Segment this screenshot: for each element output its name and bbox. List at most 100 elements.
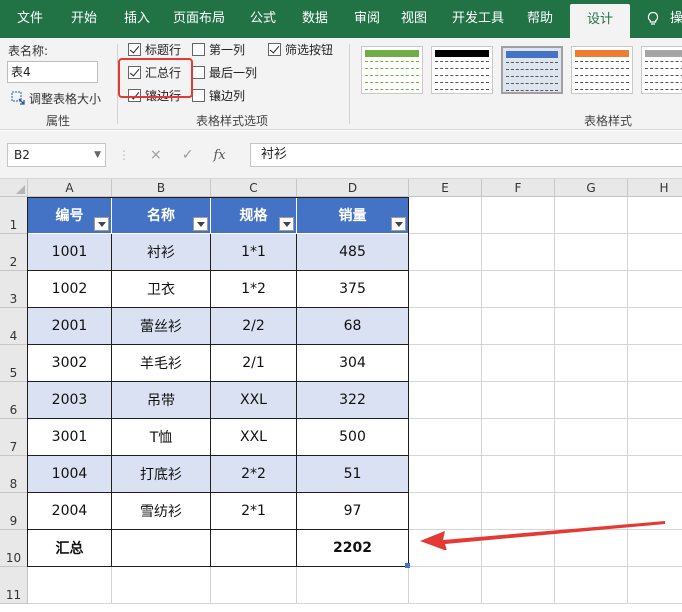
filter-dropdown-icon[interactable] [193, 217, 208, 231]
table-data-cell[interactable]: 304 [297, 345, 409, 382]
table-data-cell[interactable]: 500 [297, 419, 409, 456]
grid-cell[interactable] [555, 345, 628, 382]
column-header[interactable]: B [112, 179, 211, 197]
table-resize-handle[interactable] [405, 563, 410, 568]
table-data-cell[interactable]: 51 [297, 456, 409, 493]
grid-cell[interactable] [28, 567, 112, 604]
table-data-cell[interactable]: 2003 [28, 382, 112, 419]
grid-cell[interactable] [409, 456, 482, 493]
grid-cell[interactable] [482, 271, 555, 308]
banded-columns-checkbox[interactable]: 镶边列 [192, 86, 245, 104]
tab-developer[interactable]: 开发工具 [444, 0, 512, 38]
grid-cell[interactable] [409, 308, 482, 345]
tab-formulas[interactable]: 公式 [240, 0, 286, 38]
grid-cell[interactable] [297, 567, 409, 604]
filter-dropdown-icon[interactable] [391, 217, 406, 231]
table-style-swatch[interactable] [431, 46, 493, 94]
grid-cell[interactable] [482, 382, 555, 419]
grid-cell[interactable] [555, 271, 628, 308]
table-header-cell[interactable]: 规格 [211, 197, 297, 234]
table-data-cell[interactable]: 3002 [28, 345, 112, 382]
table-data-cell[interactable]: XXL [211, 419, 297, 456]
enter-icon[interactable]: ✓ [182, 147, 194, 163]
table-data-cell[interactable]: 3001 [28, 419, 112, 456]
tab-help[interactable]: 帮助 [516, 0, 564, 38]
lightbulb-icon[interactable] [645, 11, 661, 27]
filter-dropdown-icon[interactable] [279, 217, 294, 231]
tab-tell-me[interactable]: 操 [670, 0, 682, 38]
grid-cell[interactable] [409, 382, 482, 419]
table-data-cell[interactable]: 2/1 [211, 345, 297, 382]
table-data-cell[interactable]: 2*1 [211, 493, 297, 530]
total-row-cell[interactable]: 汇总 [28, 530, 112, 567]
chevron-down-icon[interactable]: ▼ [94, 144, 101, 166]
grid-cell[interactable] [409, 234, 482, 271]
row-header[interactable]: 9 [0, 493, 28, 530]
grid-cell[interactable] [482, 197, 555, 234]
grid-cell[interactable] [409, 197, 482, 234]
table-header-cell[interactable]: 销量 [297, 197, 409, 234]
table-data-cell[interactable]: 蕾丝衫 [112, 308, 211, 345]
grid-cell[interactable] [482, 345, 555, 382]
table-data-cell[interactable]: 卫衣 [112, 271, 211, 308]
table-data-cell[interactable]: 375 [297, 271, 409, 308]
table-data-cell[interactable]: 1001 [28, 234, 112, 271]
table-data-cell[interactable]: 雪纺衫 [112, 493, 211, 530]
formula-input[interactable]: 衬衫 [250, 143, 682, 167]
grid-cell[interactable] [211, 567, 297, 604]
tab-home[interactable]: 开始 [60, 0, 108, 38]
header-row-checkbox[interactable]: 标题行 [128, 40, 181, 58]
row-header[interactable]: 7 [0, 419, 28, 456]
tab-data[interactable]: 数据 [292, 0, 338, 38]
grid-cell[interactable] [555, 382, 628, 419]
row-header[interactable]: 11 [0, 567, 28, 604]
table-data-cell[interactable]: 衬衫 [112, 234, 211, 271]
resize-table-button[interactable]: 调整表格大小 [10, 89, 101, 107]
table-data-cell[interactable]: 2001 [28, 308, 112, 345]
table-style-swatch[interactable] [641, 46, 682, 94]
tab-review[interactable]: 审阅 [344, 0, 390, 38]
grid-cell[interactable] [628, 456, 682, 493]
table-data-cell[interactable]: 1002 [28, 271, 112, 308]
grid-cell[interactable] [482, 456, 555, 493]
row-header[interactable]: 2 [0, 234, 28, 271]
tab-insert[interactable]: 插入 [114, 0, 160, 38]
row-header[interactable]: 8 [0, 456, 28, 493]
grid-cell[interactable] [409, 567, 482, 604]
table-style-swatch[interactable] [501, 46, 563, 94]
grid-cell[interactable] [409, 419, 482, 456]
table-data-cell[interactable]: 2*2 [211, 456, 297, 493]
table-data-cell[interactable]: T恤 [112, 419, 211, 456]
column-header[interactable]: H [628, 179, 682, 197]
grid-cell[interactable] [555, 567, 628, 604]
grid-cell[interactable] [628, 567, 682, 604]
table-header-cell[interactable]: 编号 [28, 197, 112, 234]
tab-view[interactable]: 视图 [390, 0, 438, 38]
table-data-cell[interactable]: 68 [297, 308, 409, 345]
row-header[interactable]: 3 [0, 271, 28, 308]
row-header[interactable]: 10 [0, 530, 28, 567]
grid-cell[interactable] [628, 234, 682, 271]
grid-cell[interactable] [628, 382, 682, 419]
grid-cell[interactable] [482, 419, 555, 456]
name-box[interactable]: B2 ▼ [7, 143, 106, 167]
grid-cell[interactable] [555, 234, 628, 271]
filter-dropdown-icon[interactable] [94, 217, 109, 231]
column-header[interactable]: E [409, 179, 482, 197]
total-row-cell[interactable] [211, 530, 297, 567]
grid-cell[interactable] [555, 308, 628, 345]
grid-cell[interactable] [628, 197, 682, 234]
table-data-cell[interactable]: 485 [297, 234, 409, 271]
table-data-cell[interactable]: XXL [211, 382, 297, 419]
table-style-swatch[interactable] [361, 46, 423, 94]
table-data-cell[interactable]: 97 [297, 493, 409, 530]
grid-cell[interactable] [628, 419, 682, 456]
row-header[interactable]: 4 [0, 308, 28, 345]
tab-design[interactable]: 设计 [570, 4, 630, 38]
grid-cell[interactable] [555, 419, 628, 456]
tab-page-layout[interactable]: 页面布局 [166, 0, 232, 38]
table-data-cell[interactable]: 羊毛衫 [112, 345, 211, 382]
grid-cell[interactable] [482, 567, 555, 604]
column-header[interactable]: D [297, 179, 409, 197]
table-data-cell[interactable]: 吊带 [112, 382, 211, 419]
